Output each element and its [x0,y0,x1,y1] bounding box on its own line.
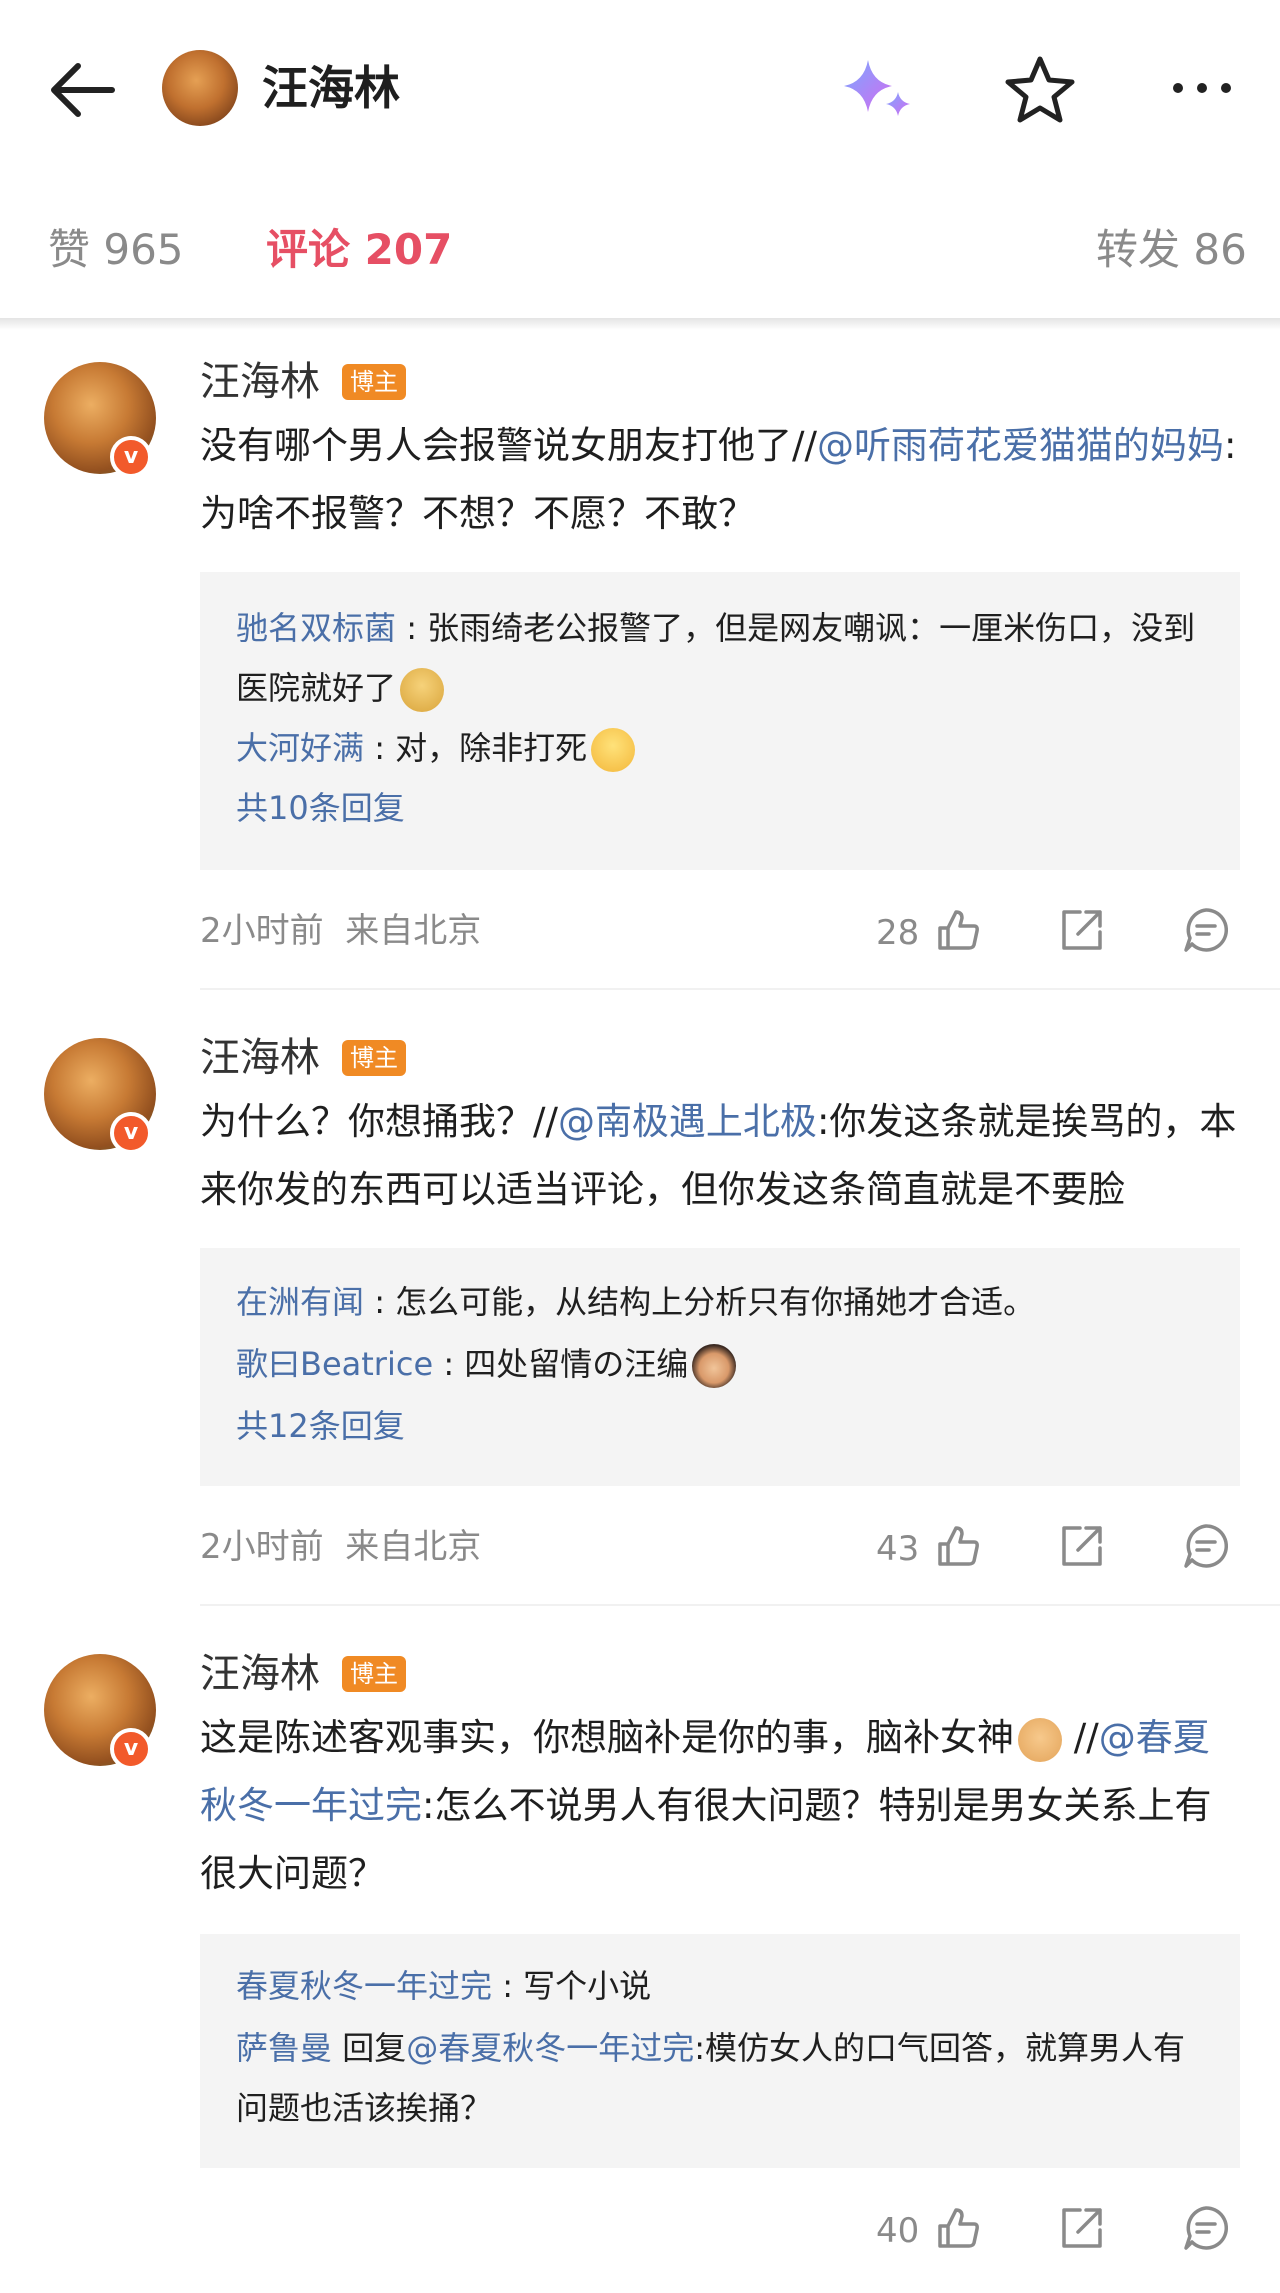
reply-author[interactable]: 歌曰Beatrice [236,1345,433,1383]
share-icon[interactable] [1058,1522,1106,1570]
verified-icon: v [110,436,152,478]
more-replies-link[interactable]: 共10条回复 [236,778,1216,838]
reply-author[interactable]: 驰名双标菌 [236,609,396,647]
character-emoji-icon [692,1344,737,1388]
comment-text-part: 为什么？你想捅我？// [200,1100,558,1143]
comment-text-part: // [1062,1716,1099,1759]
reply-author[interactable]: 大河好满 [236,729,364,767]
author-badge: 博主 [342,364,406,400]
reply-box[interactable]: 在洲有闻 : 怎么可能，从结构上分析只有你捅她才合适。 歌曰Beatrice :… [200,1248,1240,1486]
comment-icon[interactable] [1182,2204,1230,2252]
reply-box[interactable]: 驰名双标菌 : 张雨绮老公报警了，但是网友嘲讽：一厘米伤口，没到医院就好了 大河… [200,572,1240,870]
comment-location: 来自北京 [345,1527,482,1567]
verified-icon: v [110,1112,152,1154]
like-count: 28 [876,913,920,953]
reply-text: 怎么可能，从结构上分析只有你捅她才合适。 [395,1283,1036,1321]
grin-emoji-icon [591,728,636,772]
thumbs-up-icon[interactable] [934,2204,982,2252]
reply-item: 萨鲁曼 回复@春夏秋冬一年过完:模仿女人的口气回答，就算男人有问题也活该挨捅？ [236,2018,1216,2138]
comment-text: 没有哪个男人会报警说女朋友打他了//@听雨荷花爱猫猫的妈妈:为啥不报警？不想？不… [200,412,1240,548]
like-count: 40 [876,2211,920,2251]
reply-author[interactable]: 萨鲁曼 [236,2029,332,2067]
comment-text: 为什么？你想捅我？//@南极遇上北极:你发这条就是挨骂的，本来你发的东西可以适当… [200,1088,1240,1224]
divider [200,1604,1280,1606]
comment-author[interactable]: 汪海林 [200,1648,320,1700]
more-dots-icon[interactable] [1170,68,1234,108]
share-icon[interactable] [1058,906,1106,954]
like-count: 43 [876,1529,920,1569]
tab-bar: 赞 965 评论 207 转发 86 [0,200,1280,300]
reply-text: 写个小说 [523,1967,652,2005]
reply-separator: : [364,729,396,767]
comment-author[interactable]: 汪海林 [200,1032,320,1084]
top-bar: 汪海林 [0,0,1280,178]
comment-author[interactable]: 汪海林 [200,356,320,408]
reply-item: 歌曰Beatrice : 四处留情の汪编 [236,1334,1216,1394]
reply-item: 大河好满 : 对，除非打死 [236,718,1216,778]
header-avatar[interactable] [162,50,238,126]
author-badge: 博主 [342,1040,406,1076]
reply-box[interactable]: 春夏秋冬一年过完 : 写个小说 萨鲁曼 回复@春夏秋冬一年过完:模仿女人的口气回… [200,1934,1240,2168]
author-badge: 博主 [342,1656,406,1692]
tab-divider [0,318,1280,330]
comment-meta: 2小时前 来自北京 [200,906,481,956]
reply-item: 在洲有闻 : 怎么可能，从结构上分析只有你捅她才合适。 [236,1272,1216,1332]
reply-item: 驰名双标菌 : 张雨绮老公报警了，但是网友嘲讽：一厘米伤口，没到医院就好了 [236,598,1216,718]
reply-separator: : [433,1345,465,1383]
verified-icon: v [110,1728,152,1770]
comment-location: 来自北京 [345,911,482,951]
comment-meta: 2小时前 来自北京 [200,1522,481,1572]
thumbs-up-icon[interactable] [934,906,982,954]
comment-icon[interactable] [1182,906,1230,954]
doge-emoji-icon [400,668,445,712]
reply-word: 回复 [332,2029,407,2067]
more-replies-link[interactable]: 共12条回复 [236,1396,1216,1456]
divider [200,988,1280,990]
comment-text-part: 没有哪个男人会报警说女朋友打他了// [200,424,817,467]
sparkle-icon[interactable] [838,56,918,122]
reply-item: 春夏秋冬一年过完 : 写个小说 [236,1956,1216,2016]
arrow-left-icon[interactable] [48,58,120,122]
reply-mention[interactable]: @春夏秋冬一年过完 [406,2029,694,2067]
reply-separator: : [396,609,428,647]
thumbs-up-emoji-icon [1018,1717,1062,1762]
reply-author[interactable]: 在洲有闻 [236,1283,364,1321]
comment-text: 这是陈述客观事实，你想脑补是你的事，脑补女神 //@春夏秋冬一年过完:怎么不说男… [200,1704,1240,1908]
comment-time: 2小时前 [200,1527,324,1567]
reply-author[interactable]: 春夏秋冬一年过完 [236,1967,492,2005]
tab-reposts[interactable]: 转发 86 [1096,222,1247,278]
reply-separator: : [492,1967,524,2005]
star-icon[interactable] [1004,54,1076,124]
mention-link[interactable]: @听雨荷花爱猫猫的妈妈 [817,424,1224,467]
tab-comments[interactable]: 评论 207 [266,222,452,278]
share-icon[interactable] [1058,2204,1106,2252]
tab-likes[interactable]: 赞 965 [48,222,184,278]
reply-separator: : [364,1283,396,1321]
reply-text: 四处留情の汪编 [464,1345,689,1383]
mention-link[interactable]: @南极遇上北极 [558,1100,817,1143]
comment-text-part: 这是陈述客观事实，你想脑补是你的事，脑补女神 [200,1716,1014,1759]
comment-time: 2小时前 [200,911,324,951]
thumbs-up-icon[interactable] [934,1522,982,1570]
comment-icon[interactable] [1182,1522,1230,1570]
reply-text: 对，除非打死 [395,729,588,767]
page-title[interactable]: 汪海林 [262,58,400,118]
